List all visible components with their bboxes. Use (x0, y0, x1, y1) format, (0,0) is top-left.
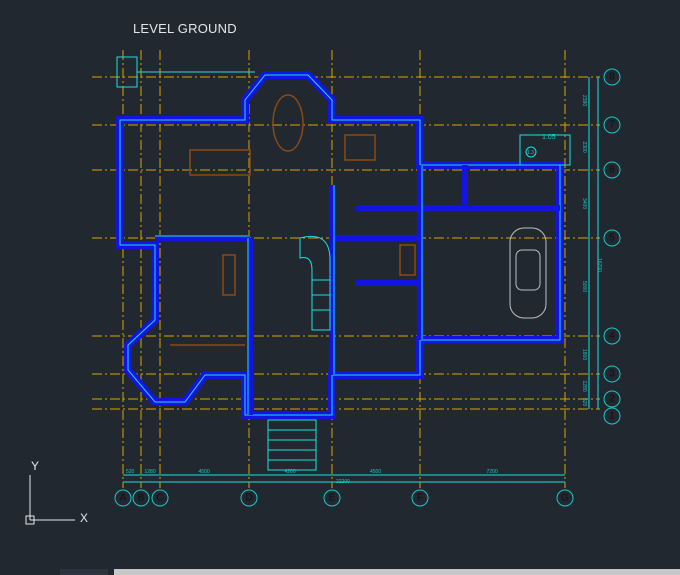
column-axis-label: B (138, 493, 145, 504)
garage-level-label: 1.05 (542, 134, 556, 141)
column-axis-label: G (561, 493, 569, 504)
row-dimension-text: 5000 (581, 281, 587, 292)
row-axis-label: 4 (609, 331, 615, 342)
horizontal-scrollbar[interactable] (114, 569, 680, 575)
column-dimension-text: 4500 (370, 469, 381, 475)
column-axis-label: A (120, 493, 127, 504)
cad-viewport[interactable]: A B C D E F G 8 7 6 5 4 3 2 1 520 1280 4500 4200… (0, 0, 680, 575)
walls (116, 56, 571, 471)
interior-stair (299, 235, 331, 331)
row-dimension-text: 1280 (581, 381, 587, 392)
column-dimension-text: 7200 (487, 469, 498, 475)
column-axis-label: E (329, 493, 336, 504)
row-axis-label: 2 (609, 394, 615, 405)
column-dimension-text: 4200 (285, 469, 296, 475)
exterior-wall (116, 71, 564, 419)
total-height-dimension: 16700 (596, 258, 602, 272)
row-dimension-text: 3400 (581, 198, 587, 209)
total-width-dimension: 22200 (336, 479, 350, 485)
column-axis-label: F (417, 493, 423, 504)
column-dimension-text: 4500 (199, 469, 210, 475)
column-axis-label: C (156, 493, 163, 504)
row-dimension-text: 1800 (581, 349, 587, 360)
car (509, 227, 547, 319)
entry-stairs (267, 419, 317, 471)
column-axis-label: D (245, 493, 252, 504)
row-dimension-text: 520 (581, 398, 587, 407)
ucs-icon: Y X (25, 459, 88, 525)
row-axis-label: 1 (609, 411, 615, 422)
row-axis-label: 8 (609, 72, 615, 83)
svg-text:1.3: 1.3 (527, 150, 534, 156)
row-dimension-text: 2300 (581, 142, 587, 153)
ucs-y-label: Y (31, 459, 39, 473)
row-axis-label: 5 (609, 233, 615, 244)
dimensions: 520 1280 4500 4200 4500 7200 2390 2300 3400 5000 1… (123, 77, 599, 483)
furniture (170, 94, 416, 346)
ucs-x-label: X (80, 511, 88, 525)
model-tab[interactable] (60, 569, 108, 575)
column-dimension-text: 520 (126, 469, 135, 475)
row-dimension-text: 2390 (581, 95, 587, 106)
row-axis-label: 3 (609, 369, 615, 380)
column-dimension-text: 1280 (145, 469, 156, 475)
row-axis-label: 6 (609, 165, 615, 176)
row-axis-label: 7 (609, 120, 615, 131)
